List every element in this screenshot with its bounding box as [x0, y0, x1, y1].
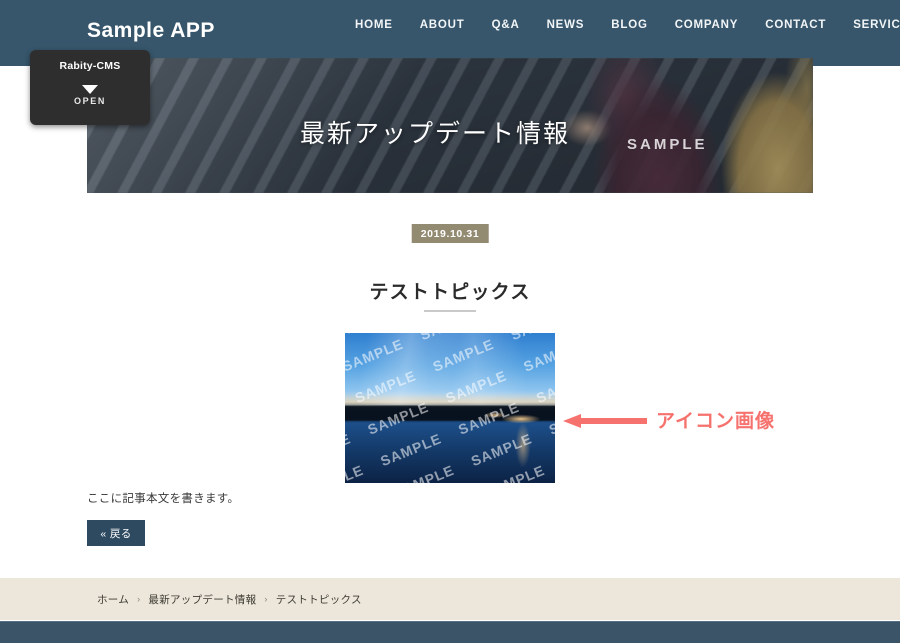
article-date-badge: 2019.10.31	[411, 224, 489, 243]
nav-item-about[interactable]: ABOUT	[420, 19, 465, 31]
cms-open-label[interactable]: OPEN	[30, 96, 150, 106]
nav-item-service[interactable]: SERVICE	[853, 19, 900, 31]
cms-panel-title: Rabity-CMS	[59, 60, 121, 72]
breadcrumb: ホーム › 最新アップデート情報 › テストトピックス	[97, 592, 362, 607]
main-navigation: HOME ABOUT Q&A NEWS BLOG COMPANY CONTACT…	[355, 19, 900, 31]
breadcrumb-item-home[interactable]: ホーム	[97, 592, 129, 607]
triangle-down-icon	[82, 84, 98, 94]
breadcrumb-item-updates[interactable]: 最新アップデート情報	[148, 592, 256, 607]
hero-watermark: SAMPLE	[627, 136, 708, 153]
nav-item-news[interactable]: NEWS	[547, 19, 585, 31]
nav-item-home[interactable]: HOME	[355, 19, 393, 31]
nav-item-qa[interactable]: Q&A	[492, 19, 520, 31]
breadcrumb-separator-icon: ›	[137, 594, 141, 604]
cms-panel[interactable]: Rabity-CMS OPEN	[30, 50, 150, 125]
title-divider	[424, 310, 476, 312]
article-body-text: ここに記事本文を書きます。	[87, 493, 240, 505]
article-image: SAMPLE SAMPLE SAMPLE SAMPLE SAMPLE SAMPL…	[345, 333, 555, 483]
hero-banner: 最新アップデート情報 SAMPLE	[87, 58, 813, 193]
nav-item-company[interactable]: COMPANY	[675, 19, 739, 31]
site-logo[interactable]: Sample APP	[87, 19, 215, 43]
breadcrumb-separator-icon: ›	[264, 594, 268, 604]
back-button[interactable]: « 戻る	[87, 520, 145, 546]
arrow-left-icon	[563, 414, 647, 428]
article-photo-clouds	[345, 333, 555, 405]
article-title: テストトピックス	[369, 282, 531, 303]
nav-item-contact[interactable]: CONTACT	[765, 19, 826, 31]
breadcrumb-item-current: テストトピックス	[275, 593, 362, 606]
nav-item-blog[interactable]: BLOG	[611, 19, 647, 31]
annotation-label: アイコン画像	[656, 411, 776, 432]
breadcrumb-bar: ホーム › 最新アップデート情報 › テストトピックス	[0, 578, 900, 620]
site-footer	[0, 621, 900, 643]
